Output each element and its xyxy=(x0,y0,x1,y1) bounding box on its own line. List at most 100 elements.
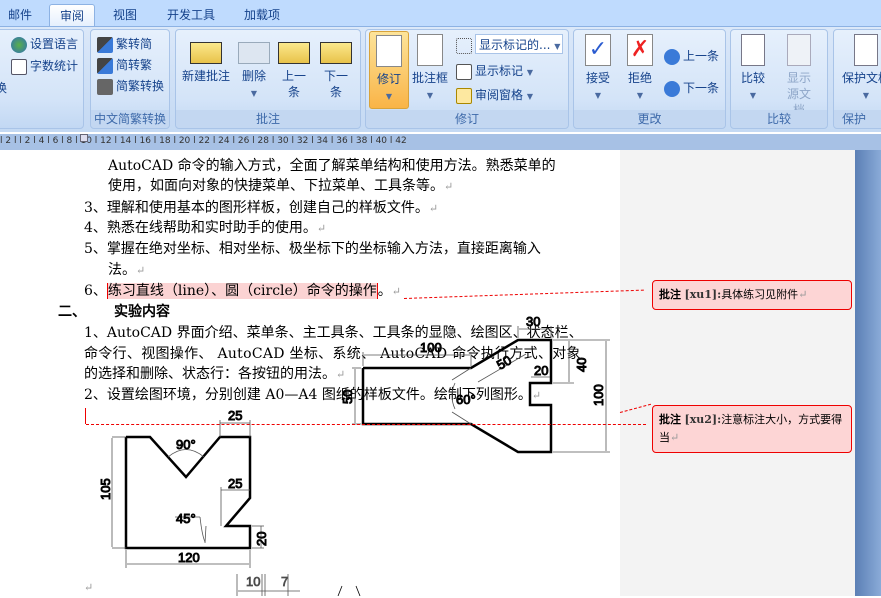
delete-comment-icon xyxy=(238,42,270,64)
source-docs-icon xyxy=(787,34,811,66)
comment-balloon[interactable]: 批注 [xu1]:具体练习见附件↵ xyxy=(652,280,852,310)
globe-icon xyxy=(11,36,27,53)
dim-label: 7 xyxy=(281,574,288,589)
comment-author: [xu1]: xyxy=(684,288,722,301)
dim-label: 120 xyxy=(178,550,200,565)
delete-comment-button[interactable]: 删除 ▼ xyxy=(234,34,274,102)
reviewing-pane-button[interactable]: 审阅窗格 ▼ xyxy=(456,85,533,105)
display-for-review[interactable]: 显示标记的... ▼ xyxy=(456,34,563,54)
next-comment-label: 下一条 xyxy=(323,69,348,99)
dim-label: 10 xyxy=(246,574,260,589)
trad-to-simp-label: 繁转简 xyxy=(116,37,153,51)
balloons-label: 批注框 xyxy=(411,71,448,85)
dim-label: 90° xyxy=(176,437,196,452)
simp-to-trad-button[interactable]: 简转繁 xyxy=(97,55,152,75)
partial-button[interactable]: 换 xyxy=(0,78,7,98)
reject-label: 拒绝 xyxy=(627,71,652,85)
group-label: 批注 xyxy=(176,110,360,128)
ruler-ticks: l 2 l l 2 l 4 l 6 l 8 l 10 l 12 l 14 l 1… xyxy=(0,136,407,146)
dim-label: 20 xyxy=(534,363,548,378)
track-changes-button[interactable]: 修订 ▼ xyxy=(369,31,409,109)
markup-pane xyxy=(620,150,855,596)
comment-author: [xu2]: xyxy=(684,413,722,426)
display-select[interactable]: 显示标记的... ▼ xyxy=(475,34,563,54)
comment-balloon[interactable]: 批注 [xu2]:注意标注大小，方式要得当↵ xyxy=(652,405,852,453)
show-source-button[interactable]: 显示源文档 xyxy=(777,34,821,118)
next-comment-button[interactable]: 下一条 xyxy=(318,34,354,100)
convert-chinese-label: 简繁转换 xyxy=(116,79,165,93)
prev-arrow-icon xyxy=(664,48,680,65)
group-label: 保护 xyxy=(834,110,881,128)
v-block-outline xyxy=(124,435,252,550)
set-language-button[interactable]: 设置语言 xyxy=(11,34,78,54)
compare-icon xyxy=(741,34,765,66)
dim-label: 60° xyxy=(456,392,476,407)
dim-label: 40 xyxy=(574,358,589,372)
drawing-partial: 10 7 xyxy=(236,574,361,596)
group-tracking: 修订 ▼ 批注框 ▼ 显示标记的... ▼ 显示标记 ▼ 审阅窗格 ▼ 修订 xyxy=(365,29,569,129)
ribbon: 设置语言 字数统计 换 繁转简 简转繁 简繁转换 中文简繁转换 新建批注 删除 ▼… xyxy=(0,26,881,132)
compare-label: 比较 xyxy=(740,71,765,85)
tab-addins[interactable]: 加载项 xyxy=(232,4,292,27)
dim-label: 20 xyxy=(254,532,269,546)
prev-change-label: 上一条 xyxy=(683,49,720,63)
simp-to-trad-label: 简转繁 xyxy=(116,58,153,72)
lock-document-icon xyxy=(854,34,878,66)
tab-view[interactable]: 视图 xyxy=(100,4,150,27)
compare-button[interactable]: 比较 ▼ xyxy=(735,34,771,104)
reject-x-icon: ✗ xyxy=(627,34,653,66)
prev-change-button[interactable]: 上一条 xyxy=(664,46,719,66)
drawing-v-block: 25 90° 25 45° 105 20 120 xyxy=(98,408,270,568)
dim-label: 25 xyxy=(228,408,242,423)
group-comments: 新建批注 删除 ▼ 上一条 下一条 批注 xyxy=(175,29,361,129)
group-chinese-conversion: 繁转简 简转繁 简繁转换 中文简繁转换 xyxy=(90,29,170,129)
comment-connector xyxy=(86,424,646,425)
group-label: 更改 xyxy=(574,110,725,128)
protect-document-label: 保护文档 xyxy=(841,71,881,85)
prev-comment-icon xyxy=(278,42,310,64)
drawing-bracket: 100 30 50 20 40 100 50 60° xyxy=(340,314,610,454)
document-page[interactable]: AutoCAD 命令的输入方式，全面了解菜单结构和使用方法。熟悉菜单的 使用，如… xyxy=(0,150,620,596)
accept-label: 接受 xyxy=(585,71,610,85)
protect-document-button[interactable]: 保护文档▼ xyxy=(836,34,881,104)
pane-icon xyxy=(456,87,472,104)
document-icon xyxy=(456,63,472,80)
balloons-button[interactable]: 批注框 ▼ xyxy=(410,34,450,104)
show-markup-button[interactable]: 显示标记 ▼ xyxy=(456,61,533,81)
indent-marker[interactable] xyxy=(80,134,88,142)
group-compare: 比较▼ 显示源文档 比较 xyxy=(730,29,828,129)
dim-label: 105 xyxy=(98,478,113,500)
next-comment-icon xyxy=(320,42,352,64)
next-change-button[interactable]: 下一条 xyxy=(664,78,719,98)
prev-comment-button[interactable]: 上一条 xyxy=(276,34,312,100)
abc123-icon xyxy=(11,58,27,75)
convert-chinese-button[interactable]: 简繁转换 xyxy=(97,76,164,96)
reject-button[interactable]: ✗ 拒绝 ▼ xyxy=(622,34,658,104)
dim-label: 25 xyxy=(228,476,242,491)
dim-label: 50 xyxy=(340,390,355,404)
prev-comment-label: 上一条 xyxy=(281,69,306,99)
show-markup-label: 显示标记 xyxy=(475,64,524,78)
word-count-label: 字数统计 xyxy=(30,59,79,73)
comment-label: 批注 xyxy=(659,413,681,426)
tab-developer[interactable]: 开发工具 xyxy=(155,4,227,27)
paragraph-mark: ↵ xyxy=(798,288,808,301)
next-change-label: 下一条 xyxy=(683,81,720,95)
accept-button[interactable]: ✓ 接受 ▼ xyxy=(580,34,616,104)
dim-label: 30 xyxy=(526,314,540,329)
word-count-button[interactable]: 字数统计 xyxy=(11,56,78,76)
convert-icon xyxy=(97,57,113,74)
dim-label: 50 xyxy=(494,352,514,372)
ribbon-tabs: 邮件 审阅 视图 开发工具 加载项 xyxy=(0,0,881,27)
group-proofing: 设置语言 字数统计 换 xyxy=(0,29,84,129)
comment-label: 批注 xyxy=(659,288,681,301)
trad-to-simp-button[interactable]: 繁转简 xyxy=(97,34,152,54)
horizontal-ruler[interactable]: l 2 l l 2 l 4 l 6 l 8 l 10 l 12 l 14 l 1… xyxy=(0,134,881,150)
tab-mailings[interactable]: 邮件 xyxy=(0,4,40,27)
tab-review[interactable]: 审阅 xyxy=(49,4,95,27)
group-label: 中文简繁转换 xyxy=(91,110,169,128)
new-comment-button[interactable]: 新建批注 xyxy=(178,34,234,84)
paragraph-mark: ↵ xyxy=(670,431,680,444)
window-background xyxy=(855,150,881,596)
accept-check-icon: ✓ xyxy=(585,34,611,66)
